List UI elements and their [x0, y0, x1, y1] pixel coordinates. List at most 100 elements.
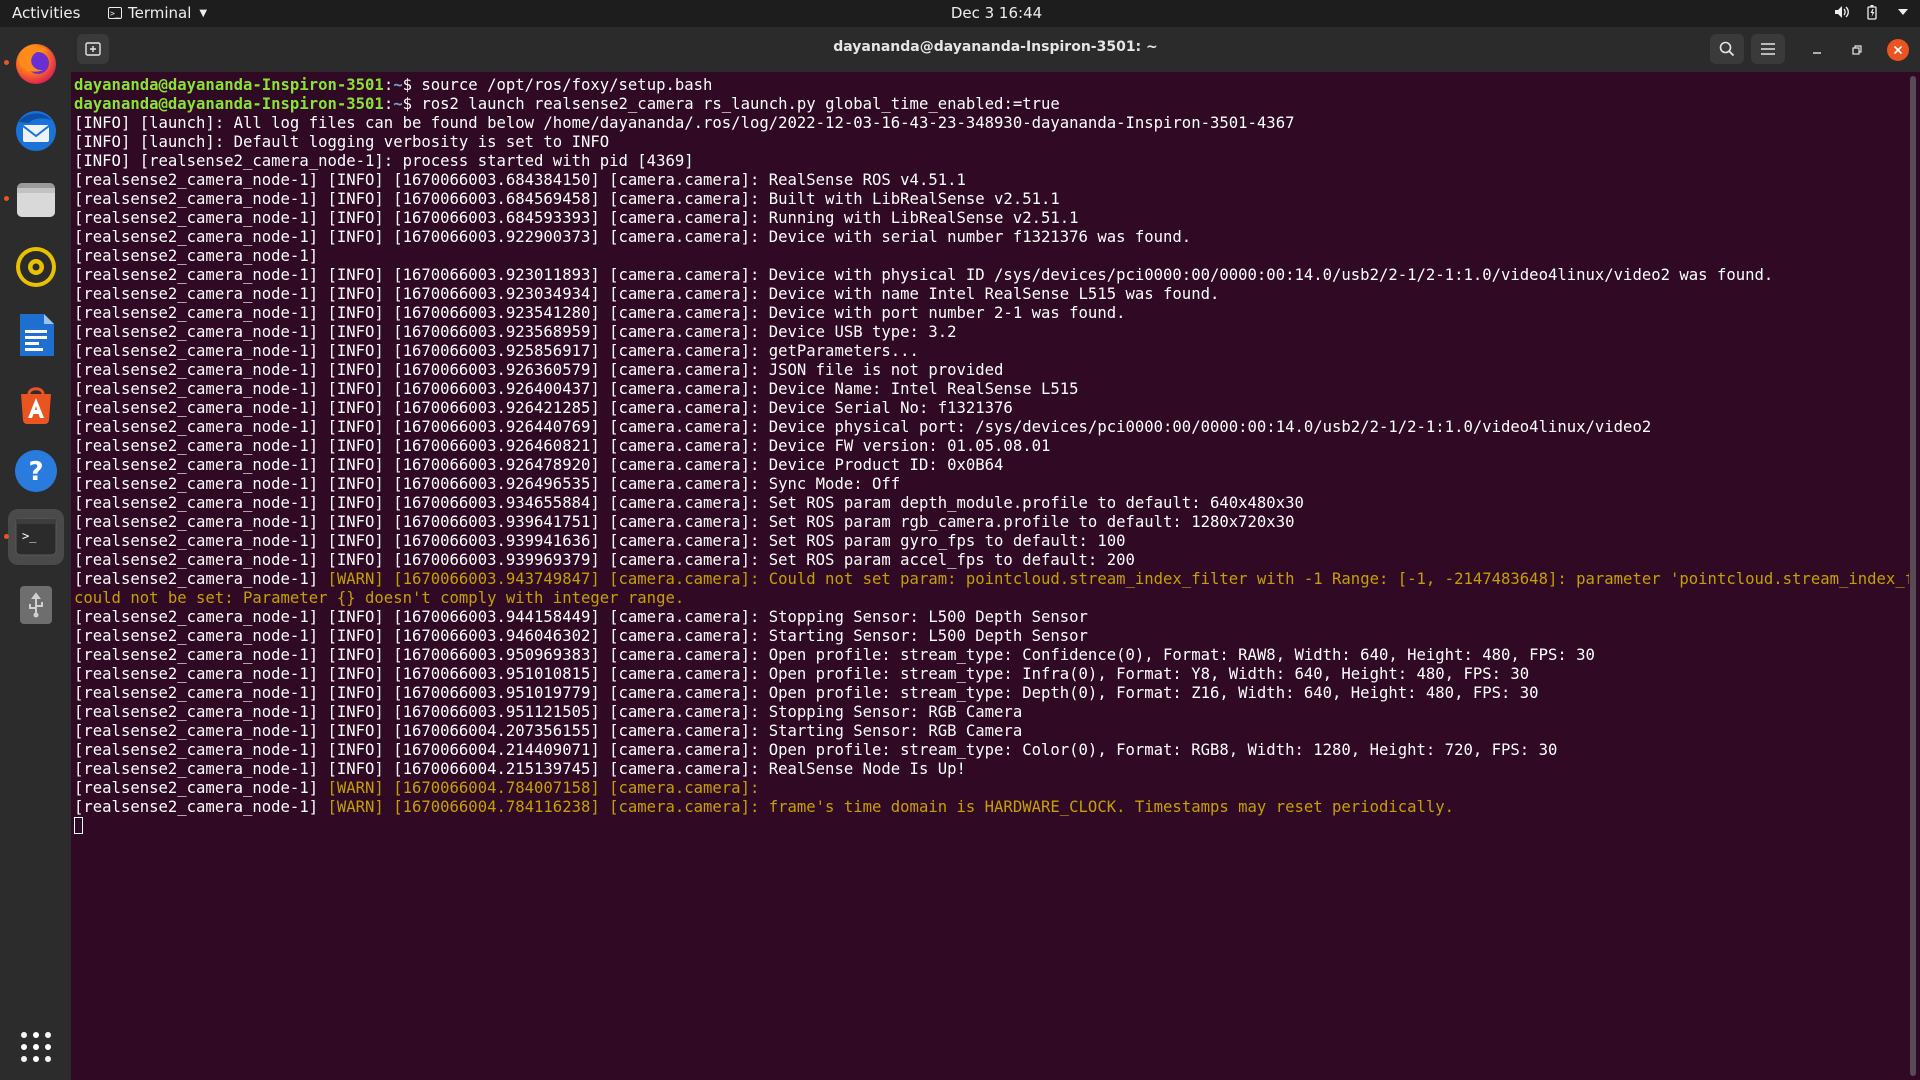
- log-text: [realsense2_camera_node-1] [INFO] [16700…: [74, 532, 1126, 550]
- dock-ubuntu-software[interactable]: [8, 375, 64, 431]
- log-warning: could not be set: Parameter {} doesn't c…: [74, 589, 685, 607]
- log-prefix: [realsense2_camera_node-1]: [74, 798, 328, 816]
- minimize-icon: [1813, 52, 1821, 54]
- terminal-icon: >_: [15, 518, 57, 556]
- terminal-line: [realsense2_camera_node-1] [INFO] [16700…: [74, 703, 1909, 722]
- terminal-line: [realsense2_camera_node-1] [INFO] [16700…: [74, 209, 1909, 228]
- software-icon: [21, 387, 51, 424]
- terminal-line: [realsense2_camera_node-1] [INFO] [16700…: [74, 342, 1909, 361]
- battery-icon[interactable]: [1866, 4, 1882, 20]
- log-text: [realsense2_camera_node-1] [INFO] [16700…: [74, 323, 957, 341]
- minimize-button[interactable]: [1806, 39, 1828, 61]
- scrollbar[interactable]: [1910, 76, 1916, 1076]
- dock-terminal[interactable]: >_: [4, 509, 64, 565]
- dock-rhythmbox[interactable]: [8, 239, 64, 295]
- log-text: [realsense2_camera_node-1] [INFO] [16700…: [74, 304, 1126, 322]
- svg-text:?: ?: [28, 457, 43, 487]
- terminal-line: [realsense2_camera_node-1] [INFO] [16700…: [74, 646, 1909, 665]
- log-warning: [WARN] [1670066003.943749847] [camera.ca…: [327, 570, 1909, 588]
- terminal-line: [INFO] [realsense2_camera_node-1]: proce…: [74, 152, 1909, 171]
- terminal-line: [realsense2_camera_node-1] [INFO] [16700…: [74, 304, 1909, 323]
- terminal-line: [realsense2_camera_node-1] [INFO] [16700…: [74, 494, 1909, 513]
- log-text: [realsense2_camera_node-1] [INFO] [16700…: [74, 361, 1004, 379]
- terminal-line: [realsense2_camera_node-1] [INFO] [16700…: [74, 285, 1909, 304]
- search-button[interactable]: [1710, 34, 1744, 64]
- app-menu-label: Terminal: [128, 4, 192, 22]
- dock-firefox[interactable]: [4, 35, 64, 91]
- terminal-line: could not be set: Parameter {} doesn't c…: [74, 589, 1909, 608]
- terminal-line: [realsense2_camera_node-1] [INFO] [16700…: [74, 551, 1909, 570]
- terminal-line: [realsense2_camera_node-1] [WARN] [16700…: [74, 798, 1909, 817]
- new-tab-icon: [85, 42, 101, 56]
- prompt-path: ~: [393, 76, 403, 94]
- maximize-button[interactable]: [1846, 39, 1868, 61]
- dock-files[interactable]: [4, 171, 64, 227]
- log-text: [realsense2_camera_node-1] [INFO] [16700…: [74, 437, 1051, 455]
- thunderbird-icon: [16, 111, 56, 151]
- terminal-line: dayananda@dayananda-Inspiron-3501:~$ sou…: [74, 76, 713, 94]
- terminal-line: [realsense2_camera_node-1] [INFO] [16700…: [74, 684, 1909, 703]
- log-warning: [WARN] [1670066004.784116238] [camera.ca…: [327, 798, 1455, 816]
- terminal-line: [INFO] [launch]: All log files can be fo…: [74, 114, 1909, 133]
- volume-icon[interactable]: [1834, 5, 1850, 19]
- window-headerbar[interactable]: dayananda@dayananda-Inspiron-3501: ~: [71, 27, 1920, 72]
- terminal-line: [realsense2_camera_node-1] [WARN] [16700…: [74, 779, 1909, 798]
- svg-text:>_: >_: [22, 529, 37, 543]
- terminal-line: [realsense2_camera_node-1] [INFO] [16700…: [74, 513, 1909, 532]
- terminal-line: [realsense2_camera_node-1] [INFO] [16700…: [74, 380, 1909, 399]
- log-text: [realsense2_camera_node-1] [INFO] [16700…: [74, 703, 1023, 721]
- terminal-line: [realsense2_camera_node-1] [INFO] [16700…: [74, 171, 1909, 190]
- grid-icon: [21, 1032, 51, 1062]
- close-icon: [1893, 45, 1903, 55]
- log-text: [realsense2_camera_node-1] [INFO] [16700…: [74, 228, 1192, 246]
- terminal-prompt-line[interactable]: [74, 817, 1909, 836]
- log-text: [realsense2_camera_node-1] [INFO] [16700…: [74, 741, 1558, 759]
- log-text: [realsense2_camera_node-1] [INFO] [16700…: [74, 399, 1013, 417]
- log-prefix: [realsense2_camera_node-1]: [74, 779, 328, 797]
- log-text: [INFO] [launch]: All log files can be fo…: [74, 114, 1295, 132]
- log-text: [realsense2_camera_node-1] [INFO] [16700…: [74, 608, 1088, 626]
- dock-help[interactable]: ?: [8, 443, 64, 499]
- show-applications-button[interactable]: [8, 1019, 64, 1075]
- terminal-line: [realsense2_camera_node-1]: [74, 247, 1909, 266]
- dock: ? >_: [0, 27, 71, 1080]
- dock-usb-drive[interactable]: [8, 577, 64, 633]
- terminal-line: [realsense2_camera_node-1] [INFO] [16700…: [74, 532, 1909, 551]
- rhythmbox-icon: [16, 247, 56, 287]
- terminal-line: [realsense2_camera_node-1] [INFO] [16700…: [74, 190, 1909, 209]
- dock-thunderbird[interactable]: [8, 103, 64, 159]
- clock[interactable]: Dec 3 16:44: [951, 4, 1042, 22]
- app-menu-terminal[interactable]: >_ Terminal ▼: [108, 4, 207, 22]
- window-title: dayananda@dayananda-Inspiron-3501: ~: [833, 39, 1158, 55]
- terminal-line: [realsense2_camera_node-1] [INFO] [16700…: [74, 608, 1909, 627]
- log-text: [realsense2_camera_node-1] [INFO] [16700…: [74, 171, 966, 189]
- terminal-line: [realsense2_camera_node-1] [INFO] [16700…: [74, 418, 1909, 437]
- terminal-output[interactable]: dayananda@dayananda-Inspiron-3501:~$ sou…: [74, 76, 1909, 1076]
- activities-button[interactable]: Activities: [12, 4, 80, 22]
- terminal-line: [realsense2_camera_node-1] [INFO] [16700…: [74, 399, 1909, 418]
- terminal-line: dayananda@dayananda-Inspiron-3501:~$ ros…: [74, 95, 1060, 113]
- running-indicator: [4, 196, 9, 201]
- terminal-line: [realsense2_camera_node-1] [INFO] [16700…: [74, 627, 1909, 646]
- log-text: [realsense2_camera_node-1] [INFO] [16700…: [74, 475, 901, 493]
- usb-icon: [20, 586, 52, 624]
- log-text: [realsense2_camera_node-1] [INFO] [16700…: [74, 665, 1530, 683]
- log-text: [realsense2_camera_node-1] [INFO] [16700…: [74, 684, 1539, 702]
- chevron-down-icon: ▼: [199, 7, 208, 19]
- terminal-small-icon: >_: [108, 7, 122, 19]
- writer-icon: [20, 314, 54, 356]
- log-text: [realsense2_camera_node-1] [INFO] [16700…: [74, 627, 1088, 645]
- new-tab-button[interactable]: [77, 34, 109, 64]
- log-text: [realsense2_camera_node-1] [INFO] [16700…: [74, 494, 1304, 512]
- menu-button[interactable]: [1751, 34, 1785, 64]
- log-text: [INFO] [launch]: Default logging verbosi…: [74, 133, 610, 151]
- close-button[interactable]: [1887, 39, 1909, 61]
- terminal-line: [realsense2_camera_node-1] [INFO] [16700…: [74, 665, 1909, 684]
- system-menu-chevron-down-icon[interactable]: [1898, 8, 1908, 16]
- log-text: [realsense2_camera_node-1] [INFO] [16700…: [74, 646, 1595, 664]
- log-text: [realsense2_camera_node-1] [INFO] [16700…: [74, 285, 1220, 303]
- dock-libreoffice-writer[interactable]: [8, 307, 64, 363]
- terminal-line: [realsense2_camera_node-1] [INFO] [16700…: [74, 266, 1909, 285]
- system-tray[interactable]: [1834, 4, 1908, 20]
- log-prefix: [realsense2_camera_node-1]: [74, 570, 328, 588]
